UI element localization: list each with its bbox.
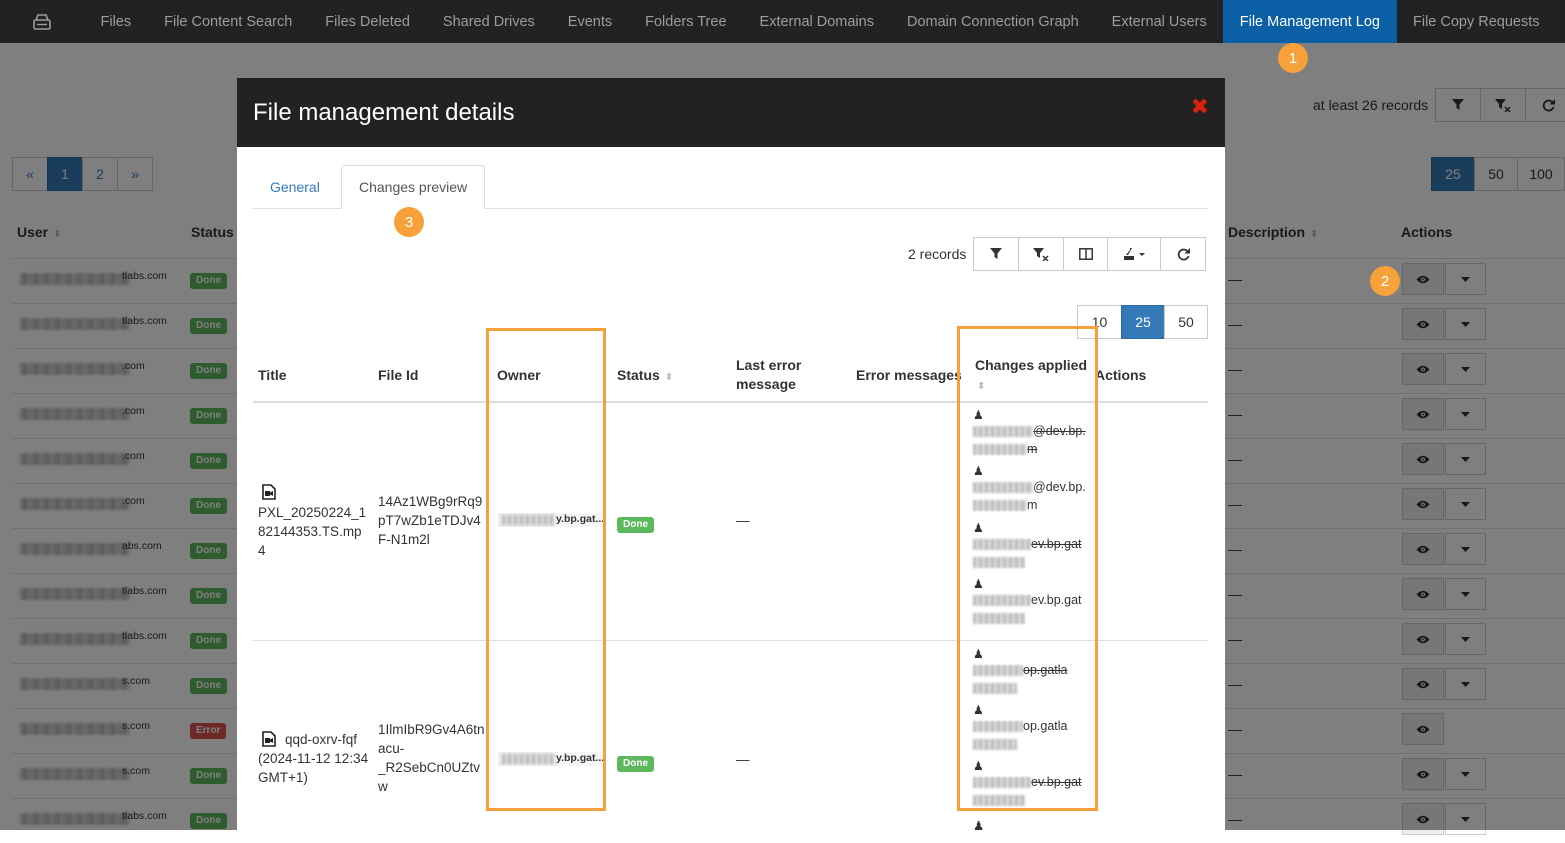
row-file-id: 1IlmIbR9Gv4A6tn acu- _R2SebCn0UZtv w <box>378 720 485 796</box>
file-id-line: F-N1m2l <box>378 532 430 547</box>
person-icon: ♟ <box>973 819 985 833</box>
nav-file-content-search[interactable]: File Content Search <box>148 0 309 43</box>
file-id-line: 1IlmIbR9Gv4A6tn <box>378 722 485 737</box>
modal-export-button[interactable] <box>1107 237 1161 271</box>
modal-filter-button[interactable] <box>973 237 1019 271</box>
row-title: PXL_20250224_1 82144353.TS.mp 4 <box>258 503 366 560</box>
nav-file-copy-requests[interactable]: File Copy Requests <box>1397 0 1557 43</box>
row-status: Done <box>617 753 654 772</box>
tab-general[interactable]: General <box>253 165 337 209</box>
nav-folders-tree[interactable]: Folders Tree <box>629 0 743 43</box>
row-title-first: qqd-oxrv-fqf <box>285 732 358 747</box>
file-id-line: pT7wZb1eTDJv4 <box>378 513 481 528</box>
clear-filter-icon <box>1033 247 1049 261</box>
status-badge: Done <box>617 756 654 772</box>
column-header-status[interactable]: Status ⬍ <box>617 366 673 387</box>
row-last-error: — <box>736 513 750 528</box>
row-title: (2024-11-12 12:34 GMT+1) <box>258 749 368 787</box>
modal-tabs: General Changes preview <box>253 165 1208 209</box>
columns-icon <box>1078 248 1093 260</box>
nav-files[interactable]: Files <box>84 0 148 43</box>
nav-files-deleted[interactable]: Files Deleted <box>309 0 427 43</box>
video-file-icon <box>262 484 276 500</box>
nav-file-management-log[interactable]: File Management Log <box>1223 0 1397 43</box>
modal-header: File management details ✖ <box>237 78 1225 147</box>
step-marker-2: 2 <box>1370 266 1400 296</box>
modal-page-size-25[interactable]: 25 <box>1121 305 1165 339</box>
modal-clear-filter-button[interactable] <box>1018 237 1064 271</box>
modal-columns-button[interactable] <box>1063 237 1108 271</box>
step-marker-3: 3 <box>394 207 424 237</box>
nav-external-domains[interactable]: External Domains <box>743 0 890 43</box>
title-line: PXL_20250224_1 <box>258 505 367 520</box>
column-label-status: Status <box>617 367 660 383</box>
row-status: Done <box>617 514 654 533</box>
sort-icon: ⬍ <box>664 372 674 383</box>
modal-table-toolbar <box>973 237 1206 271</box>
filter-icon <box>990 248 1002 259</box>
nav-shared-drives[interactable]: Shared Drives <box>426 0 551 43</box>
refresh-icon <box>1177 248 1190 260</box>
title-line: GMT+1) <box>258 770 308 785</box>
nav-domain-connection-graph[interactable]: Domain Connection Graph <box>890 0 1095 43</box>
row-file-id: 14Az1WBg9rRq9 pT7wZb1eTDJv4 F-N1m2l <box>378 492 482 549</box>
home-icon <box>33 13 51 30</box>
column-header-title[interactable]: Title <box>258 366 287 385</box>
video-file-icon <box>262 731 276 747</box>
modal-page-size-50[interactable]: 50 <box>1164 305 1208 339</box>
title-line: 4 <box>258 543 266 558</box>
tab-changes-preview[interactable]: Changes preview <box>341 165 486 209</box>
file-id-line: acu- <box>378 741 405 756</box>
column-header-last-error[interactable]: Last error message <box>736 356 801 394</box>
column-label-last-error-line2: message <box>736 376 796 392</box>
highlight-changes-column <box>957 326 1098 811</box>
column-label-last-error-line1: Last error <box>736 357 802 373</box>
column-header-file-id[interactable]: File Id <box>378 366 418 385</box>
file-id-line: 14Az1WBg9rRq9 <box>378 494 483 509</box>
close-icon[interactable]: ✖ <box>1191 94 1209 120</box>
status-badge: Done <box>617 517 654 533</box>
row-last-error: — <box>736 752 750 767</box>
nav-events[interactable]: Events <box>551 0 628 43</box>
title-line: (2024-11-12 12:34 <box>258 751 369 766</box>
file-id-line: w <box>378 779 388 794</box>
top-navbar: Files File Content Search Files Deleted … <box>0 0 1565 43</box>
column-header-actions: Actions <box>1095 367 1147 383</box>
nav-external-users[interactable]: External Users <box>1095 0 1223 43</box>
modal-title: File management details <box>253 99 515 126</box>
column-header-error-messages[interactable]: Error messages <box>856 366 962 385</box>
file-id-line: _R2SebCn0UZtv <box>378 760 481 775</box>
home-link[interactable] <box>0 0 84 43</box>
modal-records-count: 2 records <box>908 246 967 262</box>
title-line: 82144353.TS.mp <box>258 524 362 539</box>
highlight-owner-column <box>486 328 606 811</box>
modal-refresh-button[interactable] <box>1160 237 1206 271</box>
export-icon <box>1124 247 1145 260</box>
step-marker-1: 1 <box>1278 43 1308 73</box>
